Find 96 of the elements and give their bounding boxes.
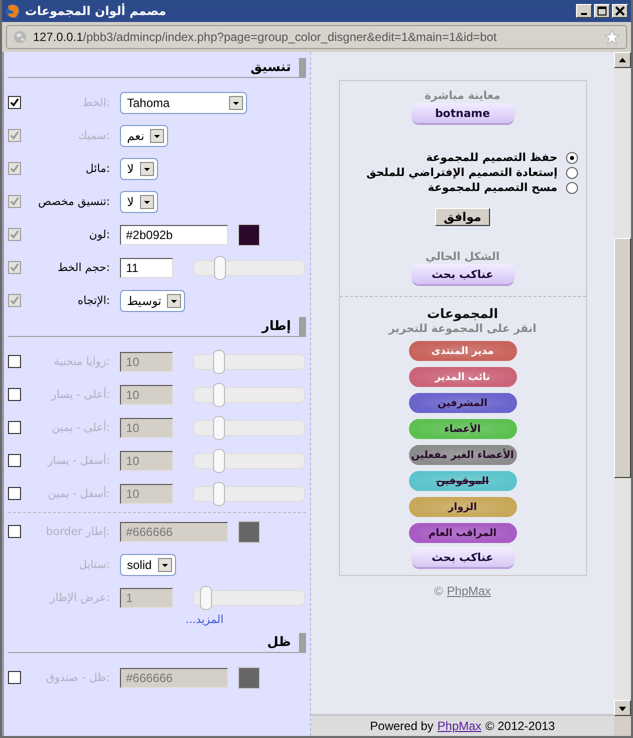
checkbox[interactable] xyxy=(8,487,21,500)
dropdown[interactable]: Tahoma xyxy=(120,92,247,114)
field-label: سميك: xyxy=(77,129,110,142)
field-label: لون: xyxy=(88,228,110,241)
current-style-preview[interactable]: عناكب بحث xyxy=(410,264,514,284)
dropdown[interactable]: لا xyxy=(120,190,158,212)
checkbox[interactable] xyxy=(8,96,21,109)
field-label: عرض الإطار: xyxy=(48,591,110,604)
field-label: أعلى - يمين: xyxy=(50,421,110,434)
scroll-down-button[interactable] xyxy=(614,700,631,716)
globe-icon xyxy=(13,30,27,44)
checkbox[interactable] xyxy=(8,525,21,538)
groups-title: المجموعات xyxy=(426,307,498,322)
up-arrow-icon xyxy=(618,56,627,64)
field-label: ظل - صندوق: xyxy=(44,671,110,684)
caret-icon xyxy=(158,558,172,572)
field-label: مائل: xyxy=(84,162,110,175)
slider-thumb[interactable] xyxy=(214,256,226,280)
group-button[interactable]: الأعضاء الغير مفعلين xyxy=(408,445,516,465)
footer-text: Powered by xyxy=(370,719,434,733)
minimize-icon xyxy=(581,13,587,15)
star-icon[interactable] xyxy=(604,29,620,45)
globe-icon xyxy=(5,3,21,19)
field-label: زوايا منحنية: xyxy=(52,355,110,368)
slider-thumb[interactable] xyxy=(212,416,225,440)
scrollbar[interactable] xyxy=(614,52,631,736)
option-label: مسح التصميم للمجموعة xyxy=(428,181,558,194)
radio-button[interactable] xyxy=(566,182,578,194)
address-field[interactable]: 127.0.0.1/pbb3/admincp/index.php?page=group_color_disgner&edit=1&main=1&id=bot xyxy=(6,25,627,49)
section-title: إطار xyxy=(262,319,291,334)
slider-thumb[interactable] xyxy=(200,586,212,610)
ok-button[interactable]: موافق xyxy=(434,208,490,226)
name-preview[interactable]: botname xyxy=(410,103,514,123)
radio-button[interactable] xyxy=(566,166,578,178)
window-title: مصمم ألوان المجموعات xyxy=(25,4,168,18)
minimize-button[interactable] xyxy=(576,4,592,18)
caret-icon xyxy=(150,128,164,142)
field-label: أسفل - يمين: xyxy=(47,487,110,500)
color-field[interactable]: #2b092b xyxy=(120,224,228,244)
color-swatch[interactable] xyxy=(238,520,260,542)
option-label: إستعادة التصميم الإفتراضي للملحق xyxy=(366,166,558,179)
number-field[interactable]: 11 xyxy=(120,258,173,278)
caret-icon xyxy=(140,162,154,176)
copyright-link[interactable]: PhpMax xyxy=(446,584,491,598)
scroll-up-button[interactable] xyxy=(614,52,631,68)
field-label: ستايل: xyxy=(78,558,110,571)
dropdown[interactable]: توسيط xyxy=(120,290,185,312)
footer-link[interactable]: PhpMax xyxy=(437,719,482,733)
field-label: تنسيق مخصص: xyxy=(37,195,110,208)
resize-grip[interactable] xyxy=(614,716,631,736)
close-icon xyxy=(615,6,625,16)
copyright-symbol: © xyxy=(434,584,443,598)
down-arrow-icon xyxy=(618,704,627,712)
checkbox[interactable] xyxy=(8,421,21,434)
field-label: أسفل - يسار: xyxy=(46,454,110,467)
caret-icon xyxy=(167,294,181,308)
scroll-thumb[interactable] xyxy=(614,238,631,478)
field-label: حجم الخط: xyxy=(56,261,110,274)
group-button[interactable]: المراقب العام xyxy=(408,523,516,543)
groups-hint: انقر على المجموعة للتحرير xyxy=(388,322,536,335)
current-heading: الشكل الحالي xyxy=(425,250,500,263)
checkbox[interactable] xyxy=(8,454,21,467)
footer-text: © 2012-2013 xyxy=(485,719,555,733)
color-swatch[interactable] xyxy=(238,666,260,688)
group-button[interactable]: الموقوفين xyxy=(408,471,516,491)
caret-icon xyxy=(229,96,243,110)
group-button[interactable]: عناكب بحث xyxy=(410,547,514,567)
caret-icon xyxy=(140,194,154,208)
checkbox[interactable] xyxy=(8,355,21,368)
field-label: الإتجاه: xyxy=(76,294,110,307)
color-swatch[interactable] xyxy=(238,224,260,246)
group-button[interactable]: المشرفين xyxy=(408,393,516,413)
field-label: أعلى - يسار: xyxy=(50,388,110,401)
option-label: حفظ التصميم للمجموعة xyxy=(426,151,558,164)
slider-thumb[interactable] xyxy=(212,382,225,406)
close-button[interactable] xyxy=(612,4,628,18)
group-button[interactable]: الأعضاء xyxy=(408,419,516,439)
checkbox[interactable] xyxy=(8,388,21,401)
section-title: ظل xyxy=(267,635,291,650)
more-link[interactable]: ...المزيد xyxy=(185,613,224,626)
slider-thumb[interactable] xyxy=(212,350,225,374)
field-label: border إطار: xyxy=(44,525,110,538)
checkbox[interactable] xyxy=(8,671,21,684)
group-button[interactable]: الزوار xyxy=(408,497,516,517)
field-label: الخط: xyxy=(81,96,110,109)
section-title: تنسيق xyxy=(250,60,291,75)
dropdown[interactable]: نعم xyxy=(120,124,168,146)
dropdown[interactable]: لا xyxy=(120,158,158,180)
radio-button[interactable] xyxy=(566,152,578,164)
maximize-icon xyxy=(597,6,607,16)
maximize-button[interactable] xyxy=(594,4,610,18)
preview-heading: معاينة مباشرة xyxy=(424,89,500,102)
url-text: 127.0.0.1/pbb3/admincp/index.php?page=group_color_disgner&edit=1&main=1&id=bot xyxy=(33,30,498,44)
dropdown[interactable]: solid xyxy=(120,554,176,576)
slider-thumb[interactable] xyxy=(212,448,225,472)
slider-thumb[interactable] xyxy=(212,482,225,506)
